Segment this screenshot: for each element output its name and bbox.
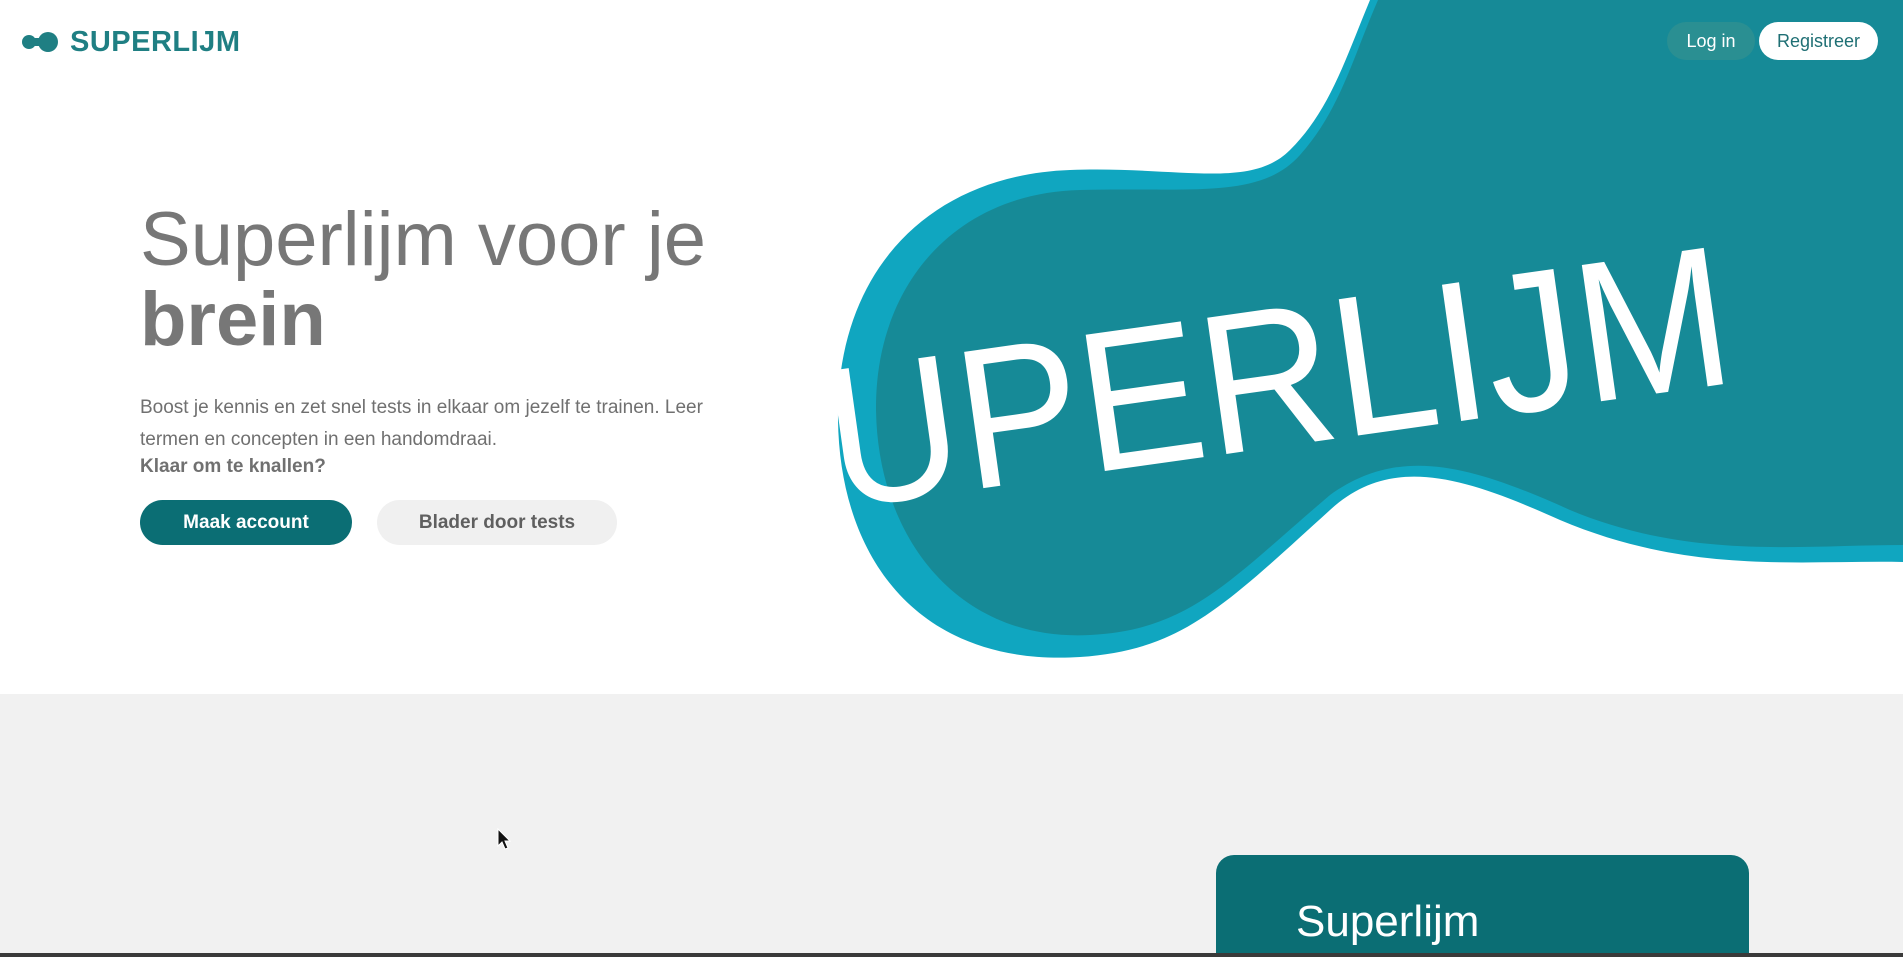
mouse-cursor-icon [497, 828, 512, 850]
hero-cta-question: Klaar om te knallen? [140, 456, 326, 477]
create-account-button[interactable]: Maak account [140, 500, 352, 545]
browse-tests-button[interactable]: Blader door tests [377, 500, 617, 545]
logo-text: SUPERLIJM [70, 25, 241, 58]
top-navigation: SUPERLIJM Log in Registreer [0, 0, 1903, 84]
hero-title-line2: brein [140, 277, 326, 362]
feature-card-title: Superlijm [1296, 897, 1480, 946]
hero-section: SUPERLIJM SUPERLIJM Log in Registreer Su… [0, 0, 1903, 694]
site-logo[interactable]: SUPERLIJM [20, 22, 240, 62]
feature-card: Superlijm [1216, 855, 1749, 957]
hero-lead-text: Boost je kennis en zet snel tests in elk… [140, 397, 703, 450]
register-button[interactable]: Registreer [1759, 22, 1878, 60]
superlijm-logo-icon [22, 32, 58, 52]
login-button[interactable]: Log in [1667, 22, 1755, 60]
page-bottom-border [0, 953, 1903, 957]
hero-title-line1: Superlijm voor je [140, 197, 706, 282]
hero-title: Superlijm voor je brein [140, 200, 706, 360]
